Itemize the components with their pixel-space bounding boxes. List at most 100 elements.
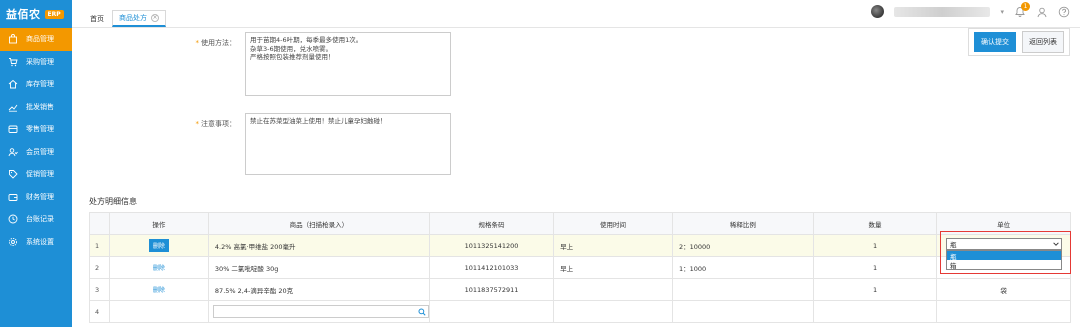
sidebar-item[interactable]: 批发销售 [0,96,72,119]
chevron-down-icon[interactable]: ▾ [1000,8,1004,16]
sidebar-item[interactable]: 财务管理 [0,186,72,209]
bell-icon[interactable]: 1 [1014,1,1030,18]
trend-icon [8,102,18,112]
sidebar-item[interactable]: 台账记录 [0,208,72,231]
action-cell: 删除 [108,278,209,301]
notes-textarea[interactable] [245,113,451,175]
ratio-cell[interactable] [671,300,814,323]
quantity-cell[interactable]: 1 [812,256,938,279]
sidebar-item-label: 促销管理 [26,170,54,179]
delete-button[interactable]: 删除 [148,239,169,252]
help-icon[interactable] [1058,6,1070,18]
barcode-cell: 1011837572911 [428,278,555,301]
unit-select[interactable]: 瓶 [946,238,1062,250]
usage-label-text: 使用方法： [201,39,236,47]
sidebar-item-label: 财务管理 [26,192,54,201]
sidebar-item-label: 采购管理 [26,57,54,66]
tab-prescription[interactable]: 商品处方 × [112,10,166,27]
unit-dropdown-list: 瓶 箱 [946,250,1062,270]
row-number: 2 [89,256,110,279]
table-row: 4 [89,300,1071,323]
product-cell: 4.2% 高氯·甲维盐 200毫升 [207,234,430,257]
home-icon [8,79,18,89]
ratio-cell[interactable]: 2：10000 [671,234,814,257]
chevron-down-icon[interactable] [1051,239,1061,249]
unit-option[interactable]: 箱 [947,260,1061,270]
topbar: 首页 商品处方 × ▾ 1 [72,0,1080,28]
sidebar-item[interactable]: 会员管理 [0,141,72,164]
row-number: 4 [89,300,110,323]
sidebar-item-label: 零售管理 [26,125,54,134]
sidebar-item-label: 库存管理 [26,80,54,89]
action-cell [108,300,209,323]
user-area: ▾ 1 [871,1,1070,18]
product-cell: 30% 二氯吡啶酸 30g [207,256,430,279]
sidebar-item[interactable]: 促销管理 [0,163,72,186]
header-time: 使用时间 [553,212,673,235]
product-search-input[interactable] [213,306,416,317]
time-cell[interactable]: 早上 [553,234,673,257]
tab-home[interactable]: 首页 [84,10,110,27]
row-number: 3 [89,278,110,301]
search-icon[interactable] [416,307,428,316]
close-icon[interactable]: × [151,14,159,22]
delete-button[interactable]: 删除 [149,261,169,274]
username-blurred [894,6,991,17]
time-cell[interactable] [553,278,673,301]
time-cell[interactable]: 早上 [553,256,673,279]
header-action: 操作 [108,212,209,235]
sidebar-item-label: 会员管理 [26,147,54,156]
prescription-table: 操作 商品（扫描枪录入） 规格条码 使用时间 稀释比例 数量 单位 1 删除 4… [89,212,1071,323]
product-search-box[interactable] [212,305,429,318]
sidebar-item[interactable]: 商品管理 [0,28,72,51]
cart-icon [8,57,18,67]
sidebar-item[interactable]: 系统设置 [0,231,72,254]
sidebar-item[interactable]: 库存管理 [0,73,72,96]
sidebar-item-label: 系统设置 [26,237,54,246]
user-icon[interactable] [1036,6,1048,18]
sidebar-item-label: 台账记录 [26,215,54,224]
barcode-cell: 1011412101033 [428,256,555,279]
back-to-list-button[interactable]: 返回列表 [1022,31,1064,53]
notes-label-text: 注意事项： [201,120,236,128]
product-search-cell [207,300,430,323]
clock-icon [8,214,18,224]
unit-select-value: 瓶 [950,241,957,249]
confirm-submit-button[interactable]: 确认提交 [974,32,1016,52]
unit-option[interactable]: 瓶 [947,251,1061,261]
unit-cell[interactable]: 袋 [936,278,1071,301]
required-mark: * [195,120,200,128]
barcode-cell: 1011325141200 [428,234,555,257]
table-header-row: 操作 商品（扫描枪录入） 规格条码 使用时间 稀释比例 数量 单位 [89,212,1071,235]
tag-icon [8,169,18,179]
unit-cell[interactable] [936,300,1071,323]
table-row: 3 删除 87.5% 2,4-滴异辛酯 20克 1011837572911 1 … [89,278,1071,301]
row-number: 1 [89,234,110,257]
sidebar-item-label: 商品管理 [26,35,54,44]
register-icon [8,124,18,134]
ratio-cell[interactable] [671,278,814,301]
quantity-cell[interactable] [812,300,938,323]
delete-button[interactable]: 删除 [149,283,169,296]
sidebar-item[interactable]: 采购管理 [0,51,72,74]
logo: 益佰农 ERP [0,0,72,28]
avatar[interactable] [871,5,885,18]
header-index [89,212,110,235]
quantity-cell[interactable]: 1 [812,278,938,301]
header-barcode: 规格条码 [428,212,555,235]
sidebar-item[interactable]: 零售管理 [0,118,72,141]
action-cell: 删除 [108,234,209,257]
header-quantity: 数量 [812,212,938,235]
quantity-cell[interactable]: 1 [812,234,938,257]
header-product: 商品（扫描枪录入） [207,212,430,235]
table-row: 1 删除 4.2% 高氯·甲维盐 200毫升 1011325141200 早上 … [89,234,1071,257]
header-ratio: 稀释比例 [671,212,814,235]
section-title: 处方明细信息 [89,197,137,206]
action-bar: 确认提交 返回列表 [968,28,1070,56]
ratio-cell[interactable]: 1：1000 [671,256,814,279]
usage-textarea[interactable] [245,32,451,96]
brand-name: 益佰农 [6,8,41,21]
table-row: 2 删除 30% 二氯吡啶酸 30g 1011412101033 早上 1：10… [89,256,1071,279]
time-cell[interactable] [553,300,673,323]
usage-label: * 使用方法： [176,38,237,48]
